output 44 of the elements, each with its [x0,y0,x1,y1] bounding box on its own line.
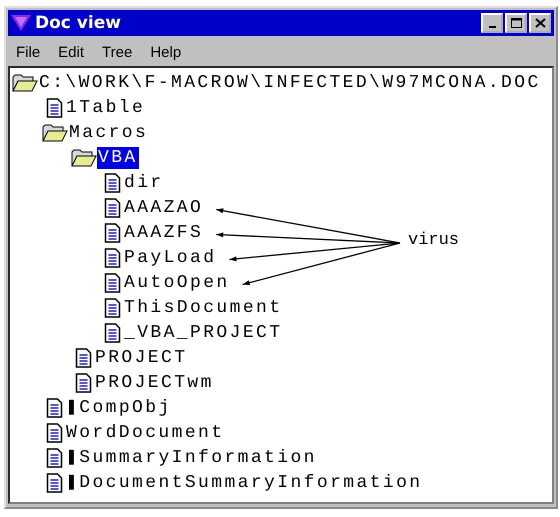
close-button[interactable] [529,13,551,33]
app-icon [11,15,31,31]
file-entry[interactable]: Macros [68,122,150,144]
document-icon [75,348,92,368]
maximize-button[interactable] [505,13,527,33]
file-entry[interactable]: PROJECTwm [94,372,215,394]
document-icon [75,372,92,392]
file-entry[interactable]: AutoOpen [123,272,231,294]
document-icon [104,272,121,292]
document-icon [104,322,121,342]
file-entry[interactable]: ❚SummaryInformation [65,446,318,468]
file-entry[interactable]: AAAZAO [123,196,204,218]
file-entry[interactable]: dir [123,172,165,194]
file-entry[interactable]: _VBA_PROJECT [123,322,284,344]
document-icon [46,398,63,418]
document-icon [104,198,121,218]
file-entry[interactable]: ThisDocument [123,296,284,318]
file-entry[interactable]: ❚CompObj [65,396,173,418]
document-icon [104,298,121,318]
file-entry[interactable]: AAAZFS [123,222,204,244]
menu-item[interactable]: Edit [58,44,84,61]
maximize-icon [510,18,522,28]
file-entry[interactable]: WordDocument [65,422,226,444]
menu-item[interactable]: Help [150,44,182,61]
annotation-label: virus [408,231,460,250]
minimize-button[interactable] [481,13,503,33]
document-icon [46,472,63,492]
minimize-icon [488,26,496,28]
document-icon [46,422,63,442]
window-title: Doc view [35,13,122,33]
document-icon [46,98,63,118]
file-entry[interactable]: PayLoad [123,246,218,268]
file-entry[interactable]: VBA [97,146,139,168]
menu-item[interactable]: File [16,44,40,61]
document-icon [104,172,121,192]
document-icon [104,248,121,268]
file-entry[interactable]: 1Table [65,96,146,118]
menu-item[interactable]: Tree [102,44,132,61]
document-icon [104,222,121,242]
close-icon [534,18,546,28]
file-entry[interactable]: PROJECT [94,346,188,368]
file-entry[interactable]: ❚DocumentSummaryInformation [65,472,424,494]
file-entry[interactable]: C:\WORK\F-MACROW\INFECTED\W97MCONA.DOC [38,72,542,94]
document-icon [46,448,63,468]
